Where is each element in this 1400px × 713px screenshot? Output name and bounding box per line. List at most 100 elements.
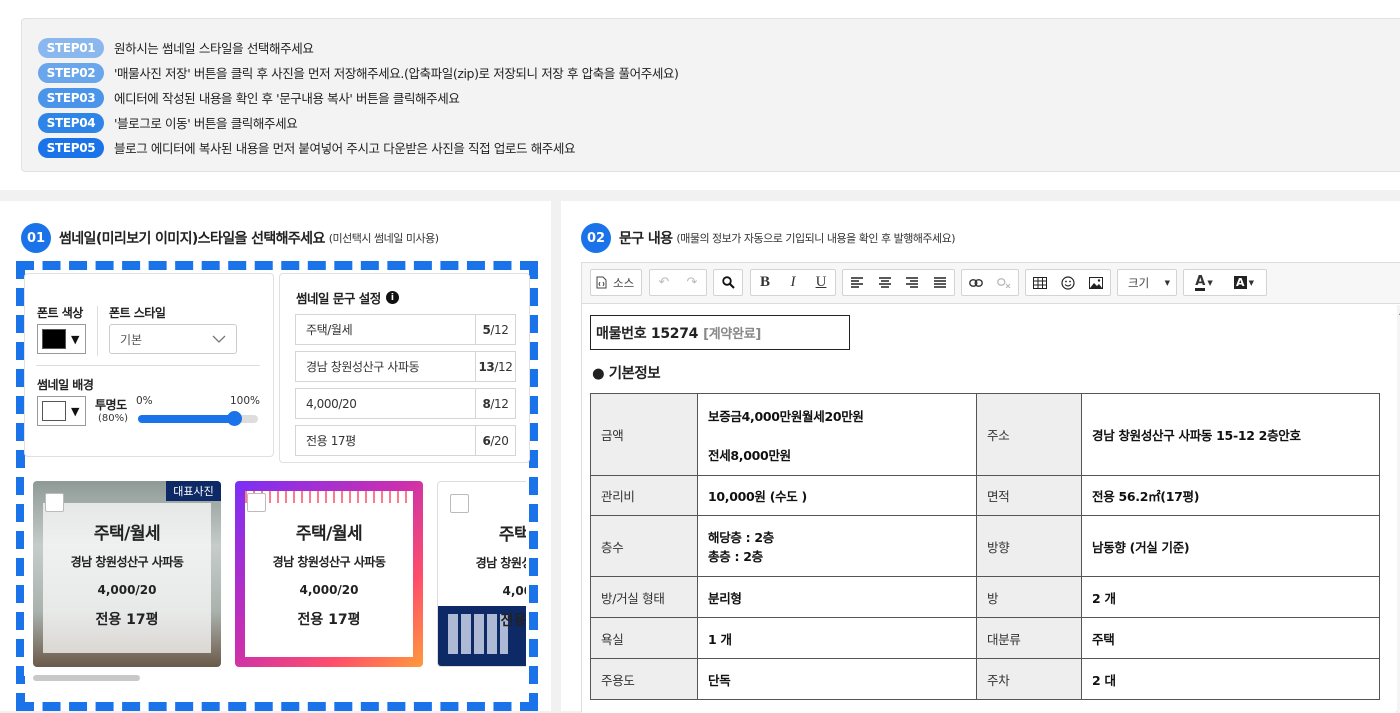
font-color-icon[interactable]: A ▼ [1184,270,1224,295]
font-size-label: 크기 [1128,275,1150,290]
search-icon[interactable] [714,270,742,295]
step-guide: STEP01 원하시는 썸네일 스타일을 선택해주세요 STEP02 '매물사진… [21,18,1400,172]
thumbnail-text-settings: 썸네일 문구 설정 i 주택/월세 5/12 경남 창원성산구 사파동 13/1… [279,273,530,463]
format-group: B I U [750,269,836,296]
table-value: 남동향 (거실 기준) [1081,515,1380,577]
info-icon[interactable]: i [385,291,399,304]
text-settings-title: 썸네일 문구 설정 i [296,288,399,307]
card-line: 전용 17평 [95,612,159,628]
italic-icon[interactable]: I [779,270,807,295]
style-options: 폰트 색상 ▼ 폰트 스타일 기본 썸네일 배경 ▼ 투명도 (80%) 0% … [24,273,274,457]
card-checkbox[interactable] [45,493,64,512]
char-count: 8/12 [475,389,515,418]
thumbnail-card[interactable]: 주택/월세 경남 창원성산구 사파동 4,000/20 전용 17평 [437,481,526,667]
section-subtitle: (매물의 정보가 자동으로 기입되니 내용을 확인 후 발행해주세요) [676,232,956,245]
text-field[interactable]: 주택/월세 5/12 [295,314,516,345]
step-badge: STEP05 [38,137,104,158]
table-value: 주택 [1081,617,1380,659]
char-count: 13/12 [475,352,515,381]
text-field[interactable]: 전용 17평 6/20 [295,425,516,456]
bold-icon[interactable]: B [751,270,779,295]
color-group: A ▼ A ▼ [1183,269,1267,296]
text-field[interactable]: 4,000/20 8/12 [295,388,516,419]
emoji-icon[interactable] [1054,270,1082,295]
table-row: 욕실 1 개 대분류 주택 [590,617,1380,659]
card-line: 4,000/20 [502,584,526,598]
representative-badge: 대표사진 [166,481,221,501]
char-count-max: /12 [490,396,509,411]
step-text: 에디터에 작성된 내용을 확인 후 '문구내용 복사' 버튼을 클릭해주세요 [114,91,460,106]
unlink-icon[interactable] [990,270,1018,295]
thumbnail-card[interactable]: 주택/월세 경남 창원성산구 사파동 4,000/20 전용 17평 [235,481,423,667]
align-right-icon[interactable] [899,270,927,295]
content-section-header: 02 문구 내용 (매물의 정보가 자동으로 기입되니 내용을 확인 후 발행해… [581,223,956,253]
table-value-line: 해당층 : 2층 [708,530,775,545]
table-row: 금액 보증금4,000만원월세20만원 전세8,000만원 주소 경남 창원성산구… [590,393,1380,476]
font-style-select[interactable]: 기본 [109,324,237,354]
font-size-select[interactable]: 크기 ▼ [1117,269,1177,296]
section-title: 문구 내용 [619,231,673,247]
align-group [842,269,955,296]
bg-color-icon[interactable]: A ▼ [1224,270,1264,295]
divider [36,365,260,366]
table-key: 주소 [976,393,1082,476]
caret-down-icon: ▼ [1164,278,1170,287]
opacity-max: 100% [230,395,261,407]
step-row: STEP03 에디터에 작성된 내용을 확인 후 '문구내용 복사' 버튼을 클… [38,85,1400,110]
editor-content[interactable]: 매물번호 15274 [계약완료] ● 기본정보 금액 보증금4,000만원월세… [582,305,1396,713]
table-value-line: 총층 : 2층 [708,549,763,564]
table-value: 해당층 : 2층총층 : 2층 [697,515,977,577]
text-settings-label: 썸네일 문구 설정 [296,291,381,306]
horizontal-scrollbar[interactable] [33,675,140,681]
caret-down-icon: ▼ [71,332,80,346]
align-left-icon[interactable] [843,270,871,295]
underline-icon[interactable]: U [807,270,835,295]
step-row: STEP02 '매물사진 저장' 버튼을 클릭 후 사진을 먼저 저장해주세요.… [38,60,1400,85]
color-swatch [42,401,66,421]
table-key: 대분류 [976,617,1082,659]
table-value: 단독 [697,658,977,700]
insert-group [1025,269,1111,296]
top-bar: STEP01 원하시는 썸네일 스타일을 선택해주세요 STEP02 '매물사진… [0,0,1400,190]
step-row: STEP04 '블로그로 이동' 버튼을 클릭해주세요 [38,110,1400,135]
text-field-value: 주택/월세 [306,323,353,337]
thumbnail-carousel[interactable]: 대표사진 주택/월세 경남 창원성산구 사파동 4,000/20 전용 17평 … [24,471,526,676]
card-checkbox[interactable] [450,494,469,513]
source-button[interactable]: 소스 [590,269,642,296]
table-key: 주용도 [590,658,698,700]
link-icon[interactable] [962,270,990,295]
char-count-current: 8 [482,396,491,411]
text-editor: 소스 ↶ ↷ B I U 크기 ▼ A ▼ A ▼ 매물번호 15274 [계약… [581,262,1400,713]
card-checkbox[interactable] [247,493,266,512]
step-badge: STEP01 [38,37,104,58]
history-group: ↶ ↷ [649,269,707,296]
undo-icon[interactable]: ↶ [650,270,678,295]
editor-toolbar: 소스 ↶ ↷ B I U 크기 ▼ A ▼ A ▼ [582,263,1400,304]
font-style-label: 폰트 스타일 [109,306,166,320]
table-row: 방/거실 형태 분리형 방 2 개 [590,576,1380,618]
step-badge: STEP02 [38,62,104,83]
chevron-down-icon [212,335,226,343]
thumbnail-card[interactable]: 대표사진 주택/월세 경남 창원성산구 사파동 4,000/20 전용 17평 [33,481,221,667]
text-field[interactable]: 경남 창원성산구 사파동 13/12 [295,351,516,382]
table-value: 10,000원 (수도 ) [697,475,977,516]
table-icon[interactable] [1026,270,1054,295]
redo-icon[interactable]: ↷ [678,270,706,295]
table-value-line: 보증금4,000만원월세20만원 [708,408,864,424]
slider-thumb[interactable] [227,411,242,426]
image-icon[interactable] [1082,270,1110,295]
opacity-slider[interactable] [138,411,258,426]
opacity-min: 0% [136,395,153,407]
section-subtitle: (미선택시 썸네일 미사용) [328,232,439,245]
align-justify-icon[interactable] [926,270,954,295]
font-color-picker[interactable]: ▼ [37,324,86,354]
bg-color-picker[interactable]: ▼ [37,396,86,426]
table-row: 주용도 단독 주차 2 대 [590,658,1380,700]
caret-down-icon: ▼ [71,404,80,418]
step-text: '매물사진 저장' 버튼을 클릭 후 사진을 먼저 저장해주세요.(압축파일(z… [114,66,679,81]
step-text: 블로그 에디터에 복사된 내용을 먼저 붙여넣어 주시고 다운받은 사진을 직접… [114,141,576,156]
align-center-icon[interactable] [871,270,899,295]
table-row: 층수 해당층 : 2층 총층 : 2층 방향 남동향 (거실 기준) [590,515,1380,577]
char-count-max: /12 [494,359,513,374]
listing-number: 매물번호 15274 [596,325,699,342]
